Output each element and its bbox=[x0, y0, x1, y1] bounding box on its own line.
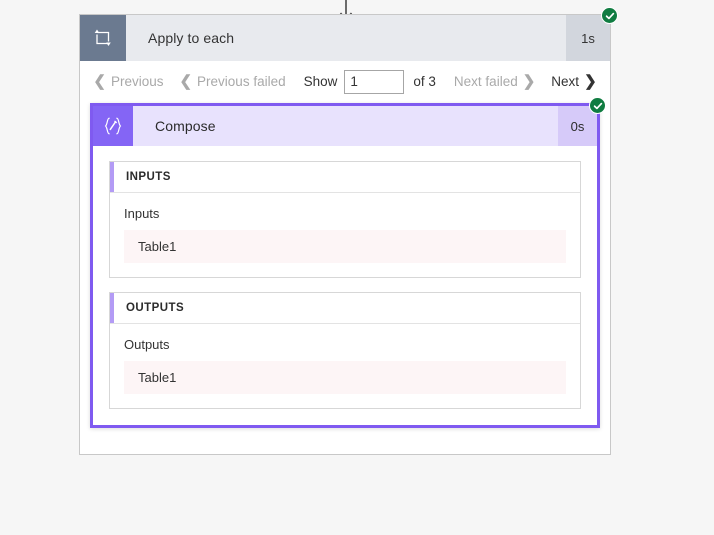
of-total-label: of 3 bbox=[413, 74, 436, 89]
previous-failed-button-label: Previous failed bbox=[197, 74, 286, 89]
previous-button[interactable]: ❮ Previous bbox=[85, 74, 171, 89]
compose-braces-pencil-icon-glyph bbox=[104, 117, 122, 135]
inputs-section: INPUTS Inputs Table1 bbox=[109, 161, 581, 278]
outputs-section-heading: OUTPUTS bbox=[126, 302, 185, 314]
checkmark-circle-icon bbox=[593, 102, 602, 109]
outputs-field: Outputs Table1 bbox=[110, 324, 580, 408]
inputs-section-header: INPUTS bbox=[110, 162, 580, 193]
next-button-label: Next bbox=[551, 74, 580, 89]
loop-repeat-icon-glyph bbox=[94, 29, 111, 46]
chevron-left-icon: ❮ bbox=[93, 73, 106, 90]
compose-status-badge bbox=[589, 97, 606, 114]
checkmark-circle-icon bbox=[605, 12, 614, 19]
inputs-field-label: Inputs bbox=[124, 206, 160, 221]
chevron-right-icon: ❯ bbox=[522, 73, 536, 90]
next-button[interactable]: Next ❯ bbox=[543, 74, 604, 89]
compose-body: INPUTS Inputs Table1 OUTPUTS Outputs Tab… bbox=[93, 146, 597, 425]
inputs-field: Inputs Table1 bbox=[110, 193, 580, 277]
loop-repeat-icon bbox=[80, 15, 126, 61]
outputs-value[interactable]: Table1 bbox=[124, 361, 566, 394]
iteration-pager: ❮ Previous ❮ Previous failed Show of 3 N… bbox=[80, 61, 610, 102]
next-failed-button[interactable]: Next failed ❯ bbox=[446, 74, 543, 89]
chevron-left-icon: ❮ bbox=[179, 73, 193, 90]
compose-action-card: Compose 0s INPUTS Inputs Table1 OUTPUTS … bbox=[90, 97, 606, 428]
next-failed-button-label: Next failed bbox=[453, 74, 518, 89]
compose-header[interactable]: Compose 0s bbox=[93, 97, 606, 146]
apply-to-each-header[interactable]: Apply to each 1s bbox=[80, 7, 618, 61]
flow-run-canvas: Apply to each 1s ❮ Previous ❮ Previous f… bbox=[0, 0, 714, 535]
previous-failed-button[interactable]: ❮ Previous failed bbox=[171, 74, 293, 89]
apply-to-each-title: Apply to each bbox=[148, 30, 235, 46]
previous-button-label: Previous bbox=[110, 74, 164, 89]
apply-to-each-status-badge bbox=[601, 7, 618, 24]
chevron-right-icon: ❯ bbox=[584, 73, 597, 90]
inputs-section-heading: INPUTS bbox=[126, 171, 171, 183]
outputs-section: OUTPUTS Outputs Table1 bbox=[109, 292, 581, 409]
page-number-input[interactable] bbox=[344, 69, 405, 94]
compose-braces-pencil-icon bbox=[93, 106, 133, 146]
outputs-field-label: Outputs bbox=[124, 337, 170, 352]
inputs-value[interactable]: Table1 bbox=[124, 230, 566, 263]
compose-title: Compose bbox=[155, 118, 216, 134]
show-label: Show bbox=[303, 74, 338, 89]
apply-to-each-card: Apply to each 1s ❮ Previous ❮ Previous f… bbox=[79, 7, 618, 455]
outputs-section-header: OUTPUTS bbox=[110, 293, 580, 324]
